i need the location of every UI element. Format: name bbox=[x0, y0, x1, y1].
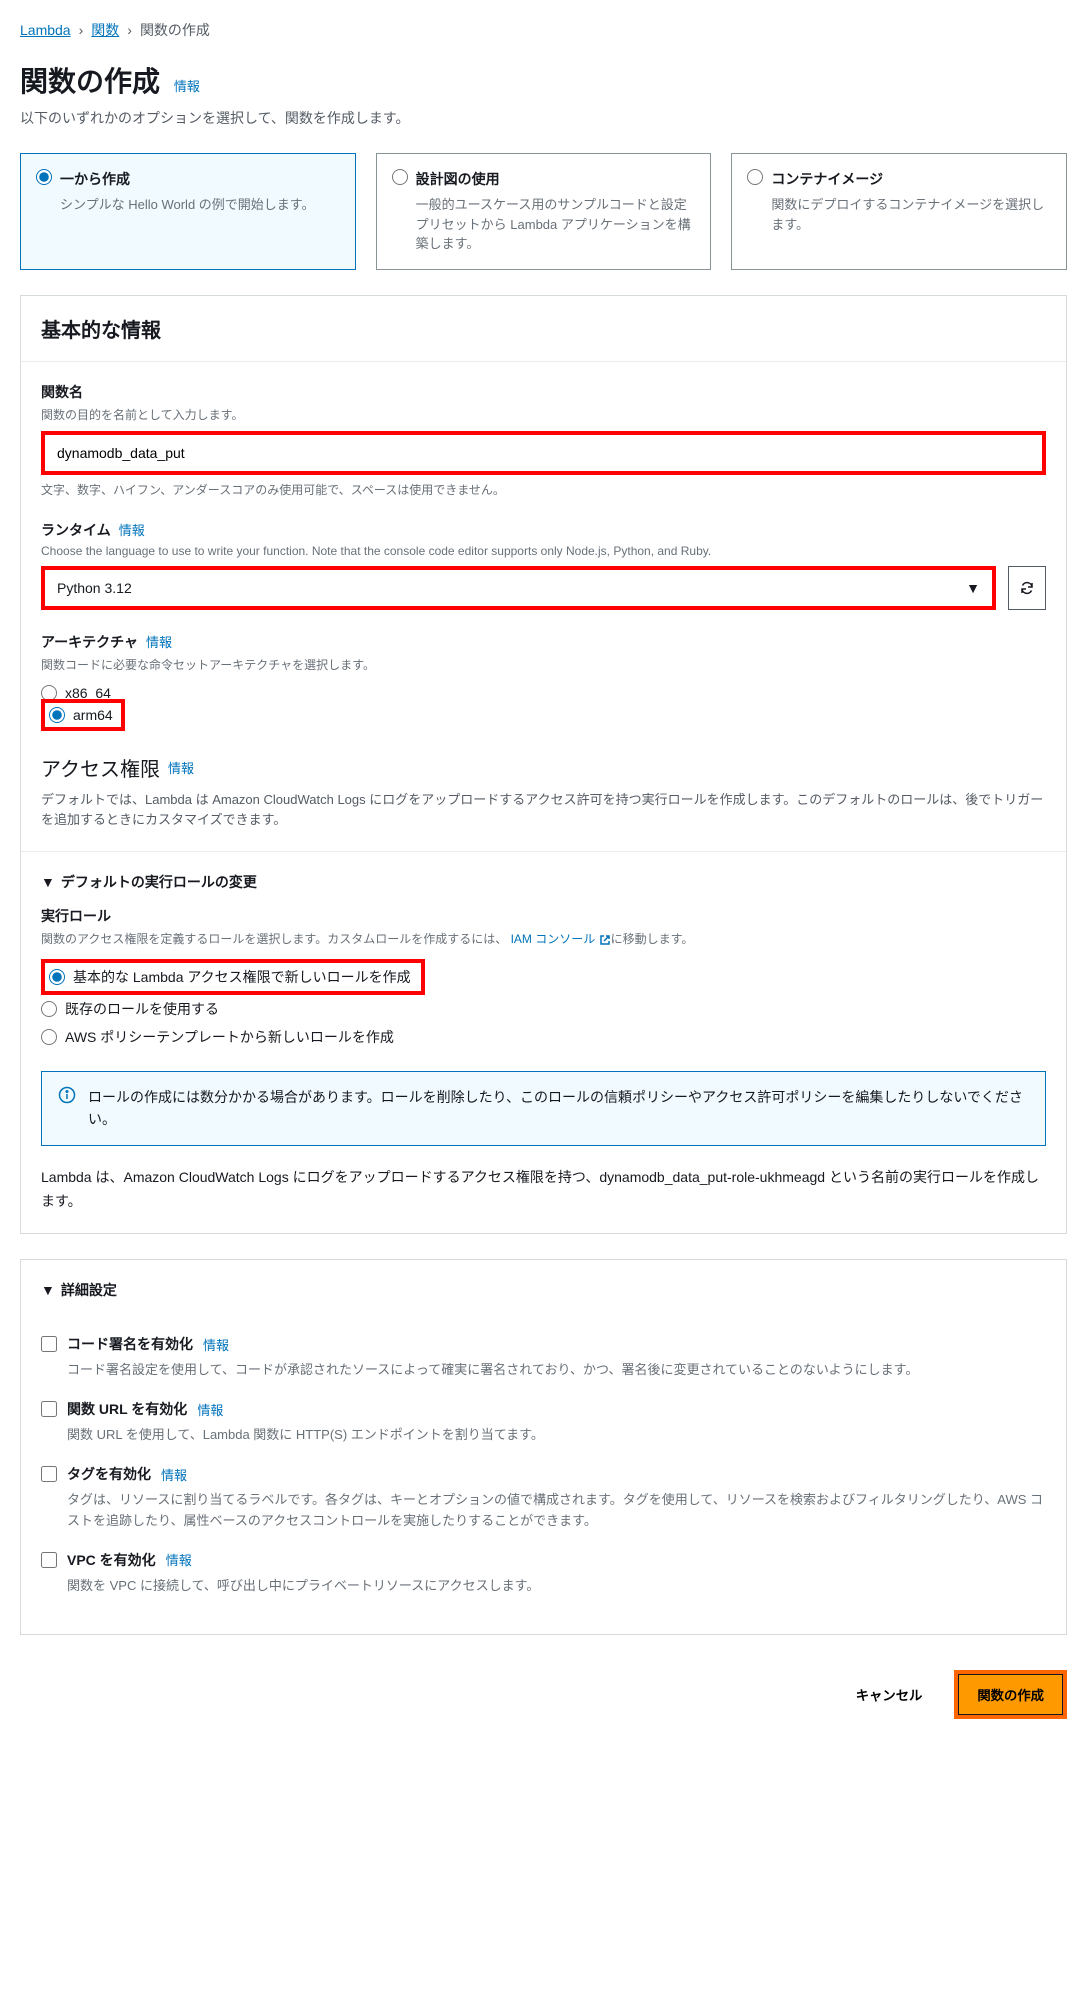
page-header: 関数の作成 情報 以下のいずれかのオプションを選択して、関数を作成します。 bbox=[20, 60, 1067, 128]
function-name-sub: 文字、数字、ハイフン、アンダースコアのみ使用可能で、スペースは使用できません。 bbox=[41, 481, 1046, 498]
exec-role-label: 実行ロール bbox=[41, 906, 1046, 926]
checkbox-function-url[interactable] bbox=[41, 1401, 57, 1417]
option-container-desc: 関数にデプロイするコンテナイメージを選択します。 bbox=[771, 195, 1051, 234]
radio-arm64[interactable] bbox=[49, 707, 65, 723]
function-name-hint: 関数の目的を名前として入力します。 bbox=[41, 406, 1046, 423]
role-info-msg: ロールの作成には数分かかる場合があります。ロールを削除したり、このロールの信頼ポ… bbox=[88, 1086, 1029, 1131]
function-url-info[interactable]: 情報 bbox=[197, 1400, 223, 1419]
tags-label: タグを有効化 bbox=[67, 1464, 151, 1484]
cancel-button[interactable]: キャンセル bbox=[838, 1670, 941, 1719]
role-template-option[interactable]: AWS ポリシーテンプレートから新しいロールを作成 bbox=[41, 1023, 1046, 1051]
permissions-title: アクセス権限 bbox=[41, 753, 160, 782]
caret-down-icon: ▼ bbox=[966, 580, 980, 596]
architecture-info-link[interactable]: 情報 bbox=[146, 632, 172, 651]
tags-option[interactable]: タグを有効化 情報 bbox=[41, 1464, 1046, 1484]
external-link-icon bbox=[599, 934, 611, 946]
role-existing-label: 既存のロールを使用する bbox=[65, 999, 219, 1019]
refresh-button[interactable] bbox=[1008, 566, 1046, 610]
runtime-info-link[interactable]: 情報 bbox=[119, 520, 145, 539]
radio-role-new[interactable] bbox=[49, 969, 65, 985]
permissions-info-link[interactable]: 情報 bbox=[168, 758, 194, 777]
chevron-right-icon: › bbox=[127, 22, 132, 38]
runtime-hint: Choose the language to use to write your… bbox=[41, 544, 1046, 558]
footer-actions: キャンセル 関数の作成 bbox=[20, 1660, 1067, 1729]
code-signing-info[interactable]: 情報 bbox=[203, 1335, 229, 1354]
checkbox-vpc[interactable] bbox=[41, 1552, 57, 1568]
tags-desc: タグは、リソースに割り当てるラベルです。各タグは、キーとオプションの値で構成され… bbox=[67, 1490, 1046, 1532]
runtime-value: Python 3.12 bbox=[57, 580, 132, 596]
info-icon bbox=[58, 1086, 76, 1131]
execution-role-toggle[interactable]: ▼ デフォルトの実行ロールの変更 bbox=[41, 872, 1046, 892]
breadcrumb-lambda[interactable]: Lambda bbox=[20, 22, 71, 38]
create-function-button[interactable]: 関数の作成 bbox=[958, 1674, 1063, 1715]
architecture-field: アーキテクチャ 情報 関数コードに必要な命令セットアーキテクチャを選択します。 … bbox=[41, 632, 1046, 731]
breadcrumb: Lambda › 関数 › 関数の作成 bbox=[20, 20, 1067, 40]
execution-role-toggle-label: デフォルトの実行ロールの変更 bbox=[61, 872, 257, 892]
vpc-option[interactable]: VPC を有効化 情報 bbox=[41, 1550, 1046, 1570]
basic-info-header: 基本的な情報 bbox=[21, 296, 1066, 362]
permissions-desc: デフォルトでは、Lambda は Amazon CloudWatch Logs … bbox=[41, 790, 1046, 832]
advanced-title: 詳細設定 bbox=[61, 1280, 117, 1300]
function-url-desc: 関数 URL を使用して、Lambda 関数に HTTP(S) エンドポイントを… bbox=[67, 1425, 1046, 1446]
breadcrumb-current: 関数の作成 bbox=[140, 20, 210, 40]
function-name-field: 関数名 関数の目的を名前として入力します。 文字、数字、ハイフン、アンダースコア… bbox=[41, 382, 1046, 498]
function-name-input[interactable] bbox=[47, 437, 1040, 469]
radio-role-existing[interactable] bbox=[41, 1001, 57, 1017]
option-scratch[interactable]: 一から作成 シンプルな Hello World の例で開始します。 bbox=[20, 153, 356, 270]
chevron-right-icon: › bbox=[79, 22, 84, 38]
caret-down-icon: ▼ bbox=[41, 874, 55, 890]
runtime-field: ランタイム 情報 Choose the language to use to w… bbox=[41, 520, 1046, 610]
exec-role-hint: 関数のアクセス権限を定義するロールを選択します。カスタムロールを作成するには、 … bbox=[41, 930, 1046, 947]
option-container[interactable]: コンテナイメージ 関数にデプロイするコンテナイメージを選択します。 bbox=[731, 153, 1067, 270]
arch-arm-label: arm64 bbox=[73, 707, 113, 723]
option-scratch-title: 一から作成 bbox=[60, 169, 130, 189]
advanced-toggle[interactable]: ▼ 詳細設定 bbox=[41, 1280, 1046, 1300]
vpc-info[interactable]: 情報 bbox=[166, 1550, 192, 1569]
vpc-desc: 関数を VPC に接続して、呼び出し中にプライベートリソースにアクセスします。 bbox=[67, 1576, 1046, 1597]
runtime-label: ランタイム bbox=[41, 520, 111, 540]
role-note: Lambda は、Amazon CloudWatch Logs にログをアップロ… bbox=[41, 1166, 1046, 1214]
code-signing-label: コード署名を有効化 bbox=[67, 1334, 193, 1354]
function-url-option[interactable]: 関数 URL を有効化 情報 bbox=[41, 1399, 1046, 1419]
option-scratch-desc: シンプルな Hello World の例で開始します。 bbox=[60, 195, 340, 215]
role-existing-option[interactable]: 既存のロールを使用する bbox=[41, 995, 1046, 1023]
option-blueprint[interactable]: 設計図の使用 一般的ユースケース用のサンプルコードと設定プリセットから Lamb… bbox=[376, 153, 712, 270]
option-blueprint-title: 設計図の使用 bbox=[416, 169, 500, 189]
iam-console-link[interactable]: IAM コンソール bbox=[511, 932, 611, 946]
code-signing-desc: コード署名設定を使用して、コードが承認されたソースによって確実に署名されており、… bbox=[67, 1360, 1046, 1381]
info-link[interactable]: 情報 bbox=[174, 79, 200, 94]
option-blueprint-desc: 一般的ユースケース用のサンプルコードと設定プリセットから Lambda アプリケ… bbox=[416, 195, 696, 254]
architecture-hint: 関数コードに必要な命令セットアーキテクチャを選択します。 bbox=[41, 656, 1046, 673]
function-url-label: 関数 URL を有効化 bbox=[67, 1399, 187, 1419]
radio-role-template[interactable] bbox=[41, 1029, 57, 1045]
checkbox-code-signing[interactable] bbox=[41, 1336, 57, 1352]
checkbox-tags[interactable] bbox=[41, 1466, 57, 1482]
code-signing-option[interactable]: コード署名を有効化 情報 bbox=[41, 1334, 1046, 1354]
arch-x86-option[interactable]: x86_64 bbox=[41, 681, 1046, 705]
role-template-label: AWS ポリシーテンプレートから新しいロールを作成 bbox=[65, 1027, 394, 1047]
breadcrumb-functions[interactable]: 関数 bbox=[91, 20, 119, 40]
vpc-label: VPC を有効化 bbox=[67, 1550, 156, 1570]
radio-scratch[interactable] bbox=[36, 169, 52, 185]
role-new-label: 基本的な Lambda アクセス権限で新しいロールを作成 bbox=[73, 967, 411, 987]
role-info-box: ロールの作成には数分かかる場合があります。ロールを削除したり、このロールの信頼ポ… bbox=[41, 1071, 1046, 1146]
option-container-title: コンテナイメージ bbox=[771, 169, 883, 189]
role-new-option[interactable]: 基本的な Lambda アクセス権限で新しいロールを作成 bbox=[47, 965, 419, 989]
refresh-icon bbox=[1019, 580, 1035, 596]
caret-down-icon: ▼ bbox=[41, 1282, 55, 1298]
arch-arm-option[interactable]: arm64 bbox=[47, 705, 119, 725]
tags-info[interactable]: 情報 bbox=[161, 1465, 187, 1484]
page-title: 関数の作成 bbox=[20, 60, 160, 100]
creation-options: 一から作成 シンプルな Hello World の例で開始します。 設計図の使用… bbox=[20, 153, 1067, 270]
page-subtitle: 以下のいずれかのオプションを選択して、関数を作成します。 bbox=[20, 108, 1067, 128]
function-name-label: 関数名 bbox=[41, 382, 1046, 402]
runtime-select[interactable]: Python 3.12 ▼ bbox=[47, 572, 990, 604]
radio-container[interactable] bbox=[747, 169, 763, 185]
advanced-panel: ▼ 詳細設定 コード署名を有効化 情報 コード署名設定を使用して、コードが承認さ… bbox=[20, 1259, 1067, 1635]
basic-info-panel: 基本的な情報 関数名 関数の目的を名前として入力します。 文字、数字、ハイフン、… bbox=[20, 295, 1067, 1235]
architecture-label: アーキテクチャ bbox=[41, 632, 138, 652]
radio-blueprint[interactable] bbox=[392, 169, 408, 185]
